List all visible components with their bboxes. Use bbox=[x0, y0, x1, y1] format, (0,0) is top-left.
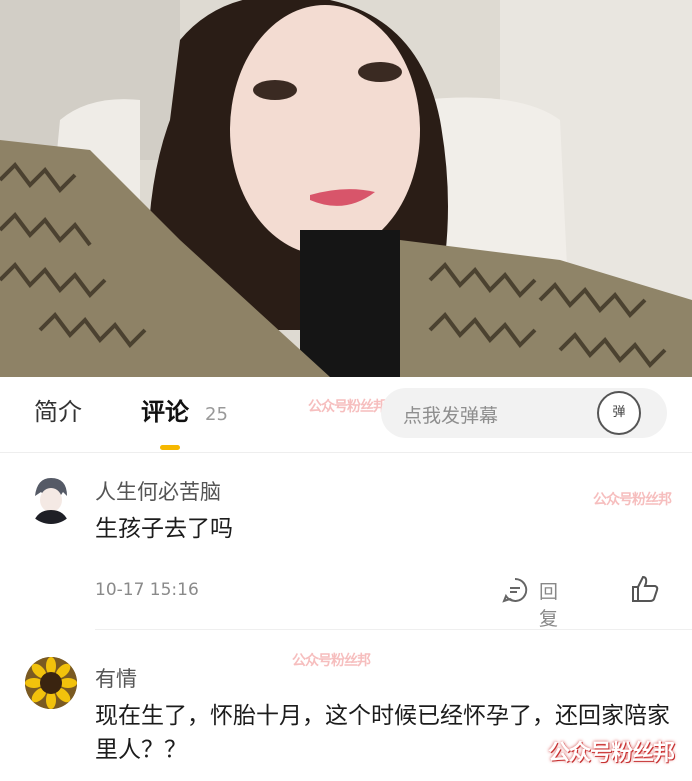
danmaku-toggle-button[interactable]: 弹 bbox=[597, 391, 641, 435]
sunflower-avatar-image bbox=[25, 657, 77, 709]
comment-count: 25 bbox=[205, 404, 228, 425]
video-frame-image bbox=[0, 0, 692, 377]
watermark: 公众号粉丝邦 bbox=[593, 492, 672, 508]
reply-icon bbox=[502, 577, 528, 603]
tab-comments[interactable]: 评论 bbox=[141, 397, 189, 427]
danmaku-toggle-icon: 弹 bbox=[612, 405, 626, 420]
watermark: 公众号粉丝邦 bbox=[308, 399, 387, 415]
like-icon[interactable] bbox=[630, 574, 660, 604]
comment-username[interactable]: 有情 bbox=[95, 663, 137, 693]
danmaku-placeholder: 点我发弹幕 bbox=[403, 405, 499, 427]
avatar[interactable] bbox=[25, 472, 77, 524]
comment-username[interactable]: 人生何必苦脑 bbox=[95, 476, 221, 506]
comment-text: 生孩子去了吗 bbox=[95, 516, 233, 542]
active-tab-indicator bbox=[160, 445, 180, 450]
comment-item: 人生何必苦脑 生孩子去了吗 10-17 15:16 回复 bbox=[0, 462, 692, 630]
avatar[interactable] bbox=[25, 657, 77, 709]
divider bbox=[0, 452, 692, 453]
danmaku-input[interactable]: 点我发弹幕 弹 bbox=[381, 388, 667, 438]
comment-separator bbox=[95, 629, 692, 630]
reply-label: 回复 bbox=[539, 581, 559, 630]
video-player[interactable] bbox=[0, 0, 692, 377]
avatar-image bbox=[25, 472, 77, 524]
watermark-large: 公众号粉丝邦 bbox=[548, 741, 675, 766]
comment-time: 10-17 15:16 bbox=[95, 580, 199, 600]
tab-intro[interactable]: 简介 bbox=[34, 397, 82, 427]
